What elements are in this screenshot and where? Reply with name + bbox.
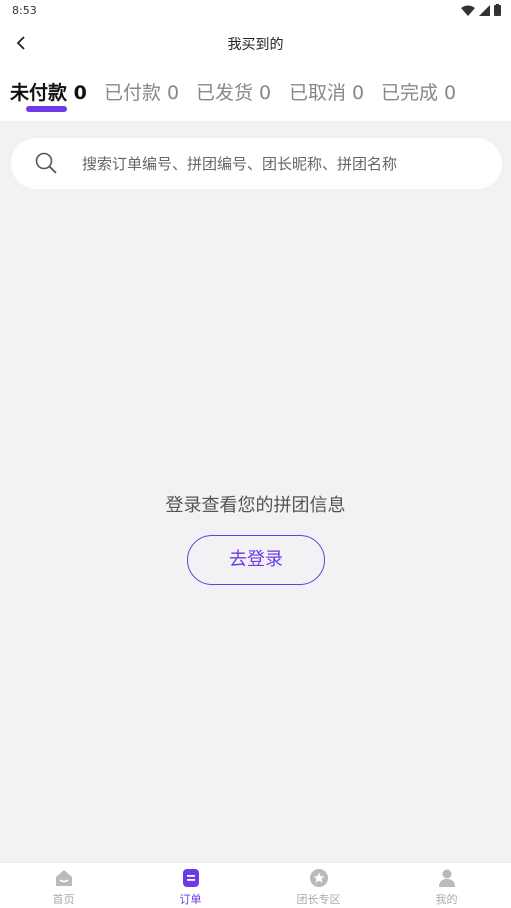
- home-icon: [56, 870, 72, 886]
- nav-item-me[interactable]: 我的: [383, 863, 510, 908]
- status-time: 8:53: [12, 4, 37, 17]
- tab-shipped[interactable]: 已发货 0: [196, 78, 271, 105]
- nav-label-home: 首页: [52, 893, 75, 906]
- nav-item-leader-zone[interactable]: 团长专区: [255, 863, 382, 908]
- signal-icon: [479, 4, 490, 16]
- tab-paid[interactable]: 已付款 0: [104, 78, 179, 105]
- empty-state-message: 登录查看您的拼团信息: [165, 495, 346, 516]
- page-title: 我买到的: [227, 37, 284, 53]
- user-icon: [439, 869, 455, 887]
- nav-label-me: 我的: [435, 893, 458, 906]
- status-icons: [461, 4, 501, 16]
- header: 我买到的: [0, 22, 511, 64]
- tab-completed[interactable]: 已完成 0: [381, 78, 456, 105]
- search-input[interactable]: 搜索订单编号、拼团编号、团长昵称、拼团名称: [11, 138, 502, 189]
- nav-label-orders: 订单: [179, 893, 202, 906]
- order-icon: [183, 869, 199, 887]
- tab-unpaid[interactable]: 未付款 0: [10, 78, 87, 105]
- battery-icon: [494, 4, 501, 16]
- active-tab-indicator: [26, 106, 67, 112]
- status-bar: 8:53: [0, 0, 511, 22]
- nav-item-orders[interactable]: 订单: [127, 863, 254, 908]
- order-status-tabs: 未付款 0 已付款 0 已发货 0 已取消 0 已完成 0: [0, 64, 511, 121]
- search-icon: [35, 152, 57, 174]
- nav-label-leader-zone: 团长专区: [296, 893, 341, 906]
- nav-item-home[interactable]: 首页: [0, 863, 127, 908]
- bottom-nav: 首页 订单 团长专区 我的: [0, 862, 511, 908]
- wifi-icon: [461, 5, 475, 16]
- tab-cancelled[interactable]: 已取消 0: [289, 78, 364, 105]
- search-placeholder: 搜索订单编号、拼团编号、团长昵称、拼团名称: [82, 155, 398, 173]
- login-button[interactable]: 去登录: [187, 535, 325, 585]
- star-badge-icon: [310, 869, 328, 887]
